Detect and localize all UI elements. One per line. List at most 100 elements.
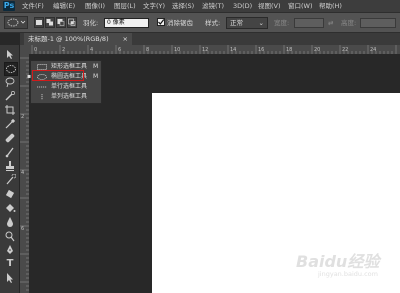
ruler-ticks: 2 4 6 xyxy=(20,57,29,291)
history-brush-icon xyxy=(6,173,17,185)
ellipse-marquee-icon xyxy=(7,18,26,27)
brush-icon xyxy=(5,147,14,158)
menu-bar: Ps 文件(F) 编辑(E) 图像(I) 图层(L) 文字(Y) 选择(S) 滤… xyxy=(0,0,400,12)
photoshop-logo: Ps xyxy=(3,1,15,11)
ruler-label: 24 xyxy=(370,47,376,53)
flyout-item-single-column-marquee[interactable]: 单列选框工具 xyxy=(31,92,101,102)
path-selection-icon xyxy=(7,273,13,283)
ruler-label: 10 xyxy=(174,47,180,53)
menu-image[interactable]: 图像(I) xyxy=(85,1,105,11)
ruler-label: 12 xyxy=(202,47,208,53)
new-selection-icon xyxy=(36,20,42,25)
menu-select[interactable]: 选择(S) xyxy=(172,1,194,11)
menu-3d[interactable]: 3D(D) xyxy=(233,1,252,11)
dodge-tool[interactable] xyxy=(4,230,16,242)
ruler-label: 2 xyxy=(21,114,24,120)
subtract-selection-icon xyxy=(57,19,65,26)
eyedropper-icon xyxy=(5,118,16,129)
eyedropper-tool[interactable] xyxy=(4,118,16,130)
crop-tool[interactable] xyxy=(4,104,16,116)
menu-type[interactable]: 文字(Y) xyxy=(143,1,165,11)
flyout-item-single-row-marquee[interactable]: 单行选框工具 xyxy=(31,82,101,92)
checkmark-icon xyxy=(158,19,165,25)
flyout-item-shortcut: M xyxy=(93,73,99,80)
tool-preset-picker[interactable] xyxy=(4,16,28,29)
ruler-ticks: 0 2 4 6 8 10 12 14 16 18 20 22 24 xyxy=(31,45,397,54)
flyout-item-shortcut: M xyxy=(93,63,99,70)
path-selection-tool[interactable] xyxy=(4,272,16,284)
flyout-item-label: 单列选框工具 xyxy=(51,93,88,100)
eraser-icon xyxy=(5,189,15,199)
ruler-label: 8 xyxy=(146,47,149,53)
pen-tool[interactable] xyxy=(4,244,16,256)
type-icon: T xyxy=(6,258,14,269)
healing-brush-tool[interactable] xyxy=(4,132,16,144)
dodge-icon xyxy=(5,231,15,242)
single-row-marquee-icon xyxy=(37,86,47,88)
document-tab-title: 未标题-1 @ 100%(RGB/8) xyxy=(28,35,109,43)
crop-icon xyxy=(5,105,15,115)
quick-selection-tool[interactable] xyxy=(4,90,16,102)
new-selection-button[interactable] xyxy=(34,17,44,28)
height-input xyxy=(360,18,396,28)
stamp-icon xyxy=(6,161,14,171)
feather-label: 羽化: xyxy=(83,19,99,27)
paint-bucket-icon xyxy=(6,204,16,212)
subtract-selection-button[interactable] xyxy=(56,17,66,28)
watermark-url: jingyan.baidu.com xyxy=(318,270,378,278)
close-icon[interactable]: × xyxy=(123,33,128,45)
blur-tool[interactable] xyxy=(4,216,16,228)
swap-icon: ⇄ xyxy=(328,19,334,27)
width-input xyxy=(294,18,324,28)
lasso-tool[interactable] xyxy=(4,76,16,88)
brush-tool[interactable] xyxy=(4,146,16,158)
ruler-label: 20 xyxy=(314,47,320,53)
ruler-label: 4 xyxy=(90,47,93,53)
height-label: 高度: xyxy=(341,19,357,27)
menu-filter[interactable]: 滤镜(T) xyxy=(202,1,224,11)
water-drop-icon xyxy=(7,217,13,227)
menu-edit[interactable]: 编辑(E) xyxy=(53,1,75,11)
marquee-tool[interactable] xyxy=(4,62,18,76)
antialias-label: 消除锯齿 xyxy=(167,19,193,27)
horizontal-ruler: 0 2 4 6 8 10 12 14 16 18 20 22 24 xyxy=(20,45,400,54)
move-tool[interactable] xyxy=(4,48,16,60)
add-selection-icon xyxy=(46,19,53,26)
eraser-tool[interactable] xyxy=(4,188,16,200)
ruler-label: 2 xyxy=(62,47,65,53)
antialias-checkbox[interactable] xyxy=(157,18,165,26)
paint-bucket-tool[interactable] xyxy=(4,202,16,214)
width-label: 宽度: xyxy=(274,19,290,27)
single-column-marquee-icon xyxy=(41,94,43,100)
ruler-label: 22 xyxy=(342,47,348,53)
ellipse-marquee-icon xyxy=(6,65,16,73)
bandage-icon xyxy=(5,133,15,143)
lasso-icon xyxy=(5,77,15,88)
tools-panel: T xyxy=(0,45,20,293)
menu-file[interactable]: 文件(F) xyxy=(22,1,44,11)
menu-window[interactable]: 窗口(W) xyxy=(288,1,313,11)
ruler-label: 6 xyxy=(21,226,24,232)
history-brush-tool[interactable] xyxy=(4,173,17,186)
document-tab[interactable]: 未标题-1 @ 100%(RGB/8) × xyxy=(24,33,132,45)
menu-view[interactable]: 视图(V) xyxy=(258,1,281,11)
menu-help[interactable]: 帮助(H) xyxy=(319,1,342,11)
menu-layer[interactable]: 图层(L) xyxy=(114,1,136,11)
clone-stamp-tool[interactable] xyxy=(4,160,16,172)
ruler-label: 6 xyxy=(118,47,121,53)
style-label: 样式: xyxy=(205,19,221,27)
add-selection-button[interactable] xyxy=(45,17,55,28)
move-icon xyxy=(7,50,13,59)
marquee-tool-flyout: 矩形选框工具 M ▪ 椭圆选框工具 M 单行选框工具 单列选框工具 xyxy=(27,60,102,104)
style-select-value: 正常 xyxy=(230,19,243,27)
ruler-label: 16 xyxy=(258,47,264,53)
feather-input[interactable]: 0 像素 xyxy=(104,18,149,28)
ruler-label: 18 xyxy=(286,47,292,53)
type-tool[interactable]: T xyxy=(4,258,16,270)
style-select[interactable]: 正常 ⌄ xyxy=(226,17,268,29)
ruler-label: 14 xyxy=(230,47,236,53)
watermark-text: Baidu经验 xyxy=(296,252,380,271)
ruler-label: 0 xyxy=(34,47,37,53)
selected-bullet-icon: ▪ xyxy=(27,73,32,80)
intersect-selection-button[interactable] xyxy=(67,17,77,28)
